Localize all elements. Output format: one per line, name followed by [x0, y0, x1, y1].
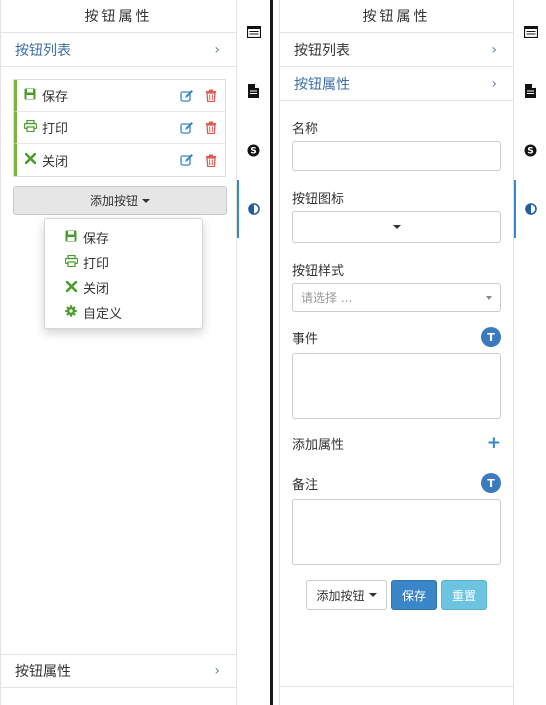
menu-item-close[interactable]: 关闭 — [45, 275, 202, 300]
panel-title: 按钮属性 — [1, 0, 236, 33]
add-button-dropdown[interactable]: 添加按钮 — [306, 580, 387, 610]
panel-bottom-divider — [280, 686, 513, 687]
style-select-placeholder: 请选择 ... — [301, 291, 353, 305]
event-label: 事件 — [292, 331, 319, 347]
add-button-dropdown[interactable]: 添加按钮 — [13, 186, 227, 215]
menu-item-label: 保存 — [83, 232, 110, 247]
contrast-icon[interactable] — [514, 199, 546, 219]
save-icon — [63, 230, 79, 245]
text-toggle-icon[interactable]: T — [481, 327, 501, 347]
close-icon — [22, 152, 38, 167]
plus-icon[interactable]: + — [487, 435, 501, 452]
skype-icon[interactable]: S — [514, 140, 546, 160]
save-button[interactable]: 保存 — [391, 580, 437, 610]
right-properties-panel: 按钮属性 按钮列表 › 按钮属性 › 名称 按钮图标 按钮样式 请选择 ... … — [279, 0, 514, 705]
add-attr-row: 添加属性 + — [292, 434, 501, 454]
nav-button-properties-label: 按钮属性 — [15, 664, 71, 680]
event-textarea[interactable] — [292, 353, 501, 419]
add-button-label: 添加按钮 — [89, 194, 138, 208]
menu-item-custom[interactable]: 自定义 — [45, 300, 202, 325]
nav-button-properties[interactable]: 按钮属性 › — [280, 67, 513, 101]
caret-down-icon — [368, 593, 377, 597]
nav-button-list-label: 按钮列表 — [294, 42, 350, 59]
right-icon-rail: S — [514, 0, 546, 705]
text-toggle-icon[interactable]: T — [481, 473, 501, 493]
trash-icon[interactable] — [201, 118, 221, 138]
note-textarea[interactable] — [292, 499, 501, 565]
button-list: 保存 打印 关闭 — [13, 79, 226, 177]
save-icon — [22, 88, 38, 103]
select-arrow-icon — [486, 295, 492, 300]
note-label-row: 备注 T — [292, 473, 501, 493]
trash-icon[interactable] — [201, 86, 221, 106]
menu-item-label: 关闭 — [83, 282, 110, 297]
left-icon-rail: S — [237, 0, 270, 705]
edit-icon[interactable] — [177, 150, 197, 170]
add-button-menu: 保存 打印 关闭 自定义 — [44, 218, 203, 329]
panel-divider[interactable] — [270, 0, 273, 705]
active-tab-indicator — [237, 180, 239, 238]
list-item-label: 保存 — [42, 90, 69, 105]
icon-select[interactable] — [292, 211, 501, 243]
edit-icon[interactable] — [177, 86, 197, 106]
nav-button-list-label: 按钮列表 — [15, 42, 71, 59]
chevron-right-icon: › — [491, 75, 497, 92]
nav-button-properties[interactable]: 按钮属性 › — [1, 654, 236, 688]
name-label-text: 名称 — [292, 122, 319, 137]
gear-icon — [63, 305, 79, 320]
chevron-right-icon: › — [214, 663, 220, 679]
print-icon — [22, 119, 38, 135]
nav-button-list[interactable]: 按钮列表 › — [280, 33, 513, 67]
name-label: 名称 — [292, 118, 501, 137]
form-actions: 添加按钮 保存 重置 — [306, 580, 487, 610]
caret-down-icon — [392, 225, 401, 229]
nav-button-list[interactable]: 按钮列表 › — [1, 33, 236, 67]
menu-item-label: 自定义 — [83, 307, 123, 322]
reset-button[interactable]: 重置 — [441, 580, 487, 610]
document-icon[interactable] — [237, 81, 270, 101]
caret-down-icon — [142, 198, 150, 203]
list-item[interactable]: 关闭 — [14, 144, 225, 176]
icon-label-text: 按钮图标 — [292, 192, 345, 207]
menu-item-save[interactable]: 保存 — [45, 225, 202, 250]
svg-text:S: S — [527, 146, 533, 156]
chevron-right-icon: › — [214, 41, 220, 58]
style-label-text: 按钮样式 — [292, 264, 345, 279]
icon-label: 按钮图标 — [292, 188, 501, 207]
add-button-label: 添加按钮 — [316, 588, 365, 603]
menu-item-print[interactable]: 打印 — [45, 250, 202, 275]
list-item-label: 关闭 — [42, 154, 69, 170]
left-properties-panel: 按钮属性 按钮列表 › 保存 打印 关闭 添加按钮 保存 打印 关闭 自定义 按… — [0, 0, 237, 705]
list-icon[interactable] — [237, 22, 270, 42]
active-tab-indicator — [514, 180, 516, 238]
chevron-right-icon: › — [491, 41, 497, 58]
list-item[interactable]: 保存 — [14, 80, 225, 112]
close-icon — [63, 280, 79, 295]
trash-icon[interactable] — [201, 150, 221, 170]
menu-item-label: 打印 — [83, 257, 110, 272]
note-label: 备注 — [292, 477, 319, 493]
event-label-row: 事件 T — [292, 327, 501, 347]
document-icon[interactable] — [514, 81, 546, 101]
list-item[interactable]: 打印 — [14, 112, 225, 144]
name-input[interactable] — [292, 141, 501, 171]
edit-icon[interactable] — [177, 118, 197, 138]
contrast-icon[interactable] — [237, 199, 270, 219]
list-icon[interactable] — [514, 22, 546, 42]
nav-button-properties-label: 按钮属性 — [294, 76, 350, 93]
style-select[interactable]: 请选择 ... — [292, 283, 501, 312]
skype-icon[interactable]: S — [237, 140, 270, 160]
style-label: 按钮样式 — [292, 260, 501, 279]
panel-title: 按钮属性 — [280, 0, 513, 33]
svg-text:S: S — [250, 146, 256, 156]
print-icon — [63, 254, 79, 270]
list-item-label: 打印 — [42, 122, 69, 137]
add-attr-label: 添加属性 — [292, 438, 345, 453]
